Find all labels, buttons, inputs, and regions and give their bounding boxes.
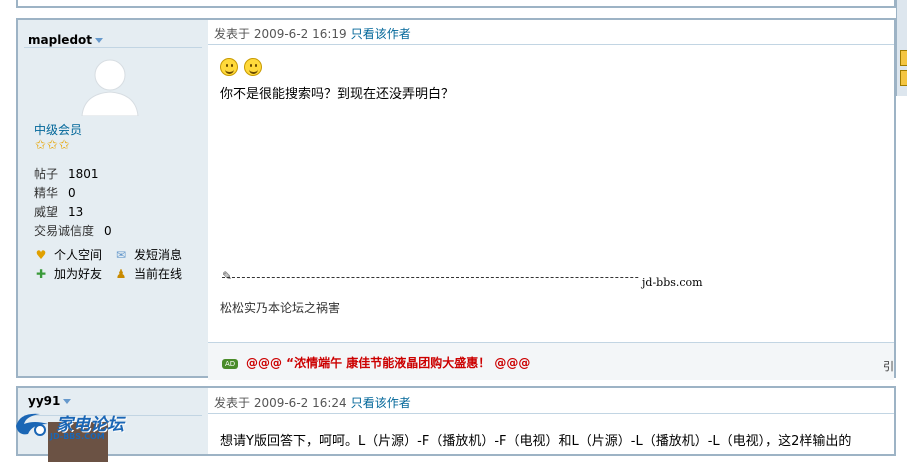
user-icon: ♟: [115, 267, 127, 281]
author-name[interactable]: mapledot: [28, 33, 104, 47]
user-group[interactable]: 中级会员: [34, 121, 82, 138]
stat-trade-credit: 交易诚信度 0: [34, 224, 112, 238]
author-name[interactable]: yy91: [28, 394, 72, 408]
stat-digest: 精华 0: [34, 186, 76, 200]
signature-site: jd-bbs.com: [640, 276, 705, 289]
add-user-icon: ✚: [35, 267, 47, 281]
dropdown-arrow-icon[interactable]: [63, 399, 72, 404]
sidebar-button[interactable]: [900, 70, 907, 86]
post-header: 发表于 2009-6-2 16:24 只看该作者: [214, 394, 411, 411]
only-author-link[interactable]: 只看该作者: [351, 27, 411, 41]
only-author-link[interactable]: 只看该作者: [351, 396, 411, 410]
sidebar-button[interactable]: [900, 50, 907, 66]
post-content-area: 发表于 2009-6-2 16:19 只看该作者 你不是很能搜索吗？到现在还没弄明…: [208, 20, 894, 380]
logo-swirl-icon: [16, 413, 48, 436]
divider: [208, 413, 894, 414]
divider: [208, 44, 894, 45]
quote-link[interactable]: 引: [883, 358, 894, 374]
post-time: 发表于 2009-6-2 16:24: [214, 396, 347, 410]
smiley-icon: [220, 58, 238, 76]
author-panel: mapledot 中级会员 ✩✩✩ 帖子 1801 精华 0 威望 13 交易诚信度 0…: [18, 20, 208, 376]
forum-post: mapledot 中级会员 ✩✩✩ 帖子 1801 精华 0 威望 13 交易诚信度 0…: [16, 18, 896, 380]
smiley-icon: [244, 58, 262, 76]
floating-sidebar[interactable]: [896, 0, 907, 96]
signature-text: 松松实乃本论坛之祸害: [220, 301, 341, 315]
stat-prestige: 威望 13: [34, 205, 84, 219]
envelope-icon: ✉: [115, 248, 127, 262]
post-content-area: 发表于 2009-6-2 16:24 只看该作者 想请Y版回答下，呵呵。L（片源）…: [208, 388, 894, 454]
online-status-link[interactable]: ♟ 当前在线: [114, 265, 182, 282]
send-message-link[interactable]: ✉ 发短消息: [114, 246, 182, 263]
pencil-icon: ✎: [222, 269, 233, 283]
post-message: 你不是很能搜索吗？到现在还没弄明白？: [220, 87, 455, 102]
ad-link[interactable]: @@@ “浓情端午 康佳节能液晶团购大盛惠！ @@@: [246, 354, 530, 371]
add-friend-link[interactable]: ✚ 加为好友: [34, 265, 102, 282]
rank-stars-icon: ✩✩✩: [35, 138, 71, 153]
personal-space-link[interactable]: ♥ 个人空间: [34, 246, 102, 263]
previous-post-bottom: [16, 0, 896, 8]
forum-post: yy91 发表于 2009-6-2 16:24 只看该作者 想请Y版回答下，呵呵。…: [16, 386, 896, 462]
ad-icon: AD: [222, 359, 239, 369]
signature-divider: [222, 277, 698, 278]
default-avatar-icon[interactable]: [78, 56, 142, 116]
dropdown-arrow-icon[interactable]: [95, 38, 104, 43]
heart-icon: ♥: [35, 248, 47, 262]
post-message: 想请Y版回答下，呵呵。L（片源）-F（播放机）-F（电视）和L（片源）-L（播放…: [220, 434, 852, 449]
site-logo: 家电论坛 JD-BBS.COM: [10, 408, 124, 443]
divider: [24, 47, 202, 48]
smileys: [220, 58, 268, 79]
author-name-text[interactable]: mapledot: [28, 33, 92, 47]
stat-posts: 帖子 1801: [34, 167, 99, 181]
divider: [208, 342, 894, 343]
post-time: 发表于 2009-6-2 16:19: [214, 27, 347, 41]
logo-subtitle: JD-BBS.COM: [50, 432, 105, 441]
post-header: 发表于 2009-6-2 16:19 只看该作者: [214, 25, 411, 42]
